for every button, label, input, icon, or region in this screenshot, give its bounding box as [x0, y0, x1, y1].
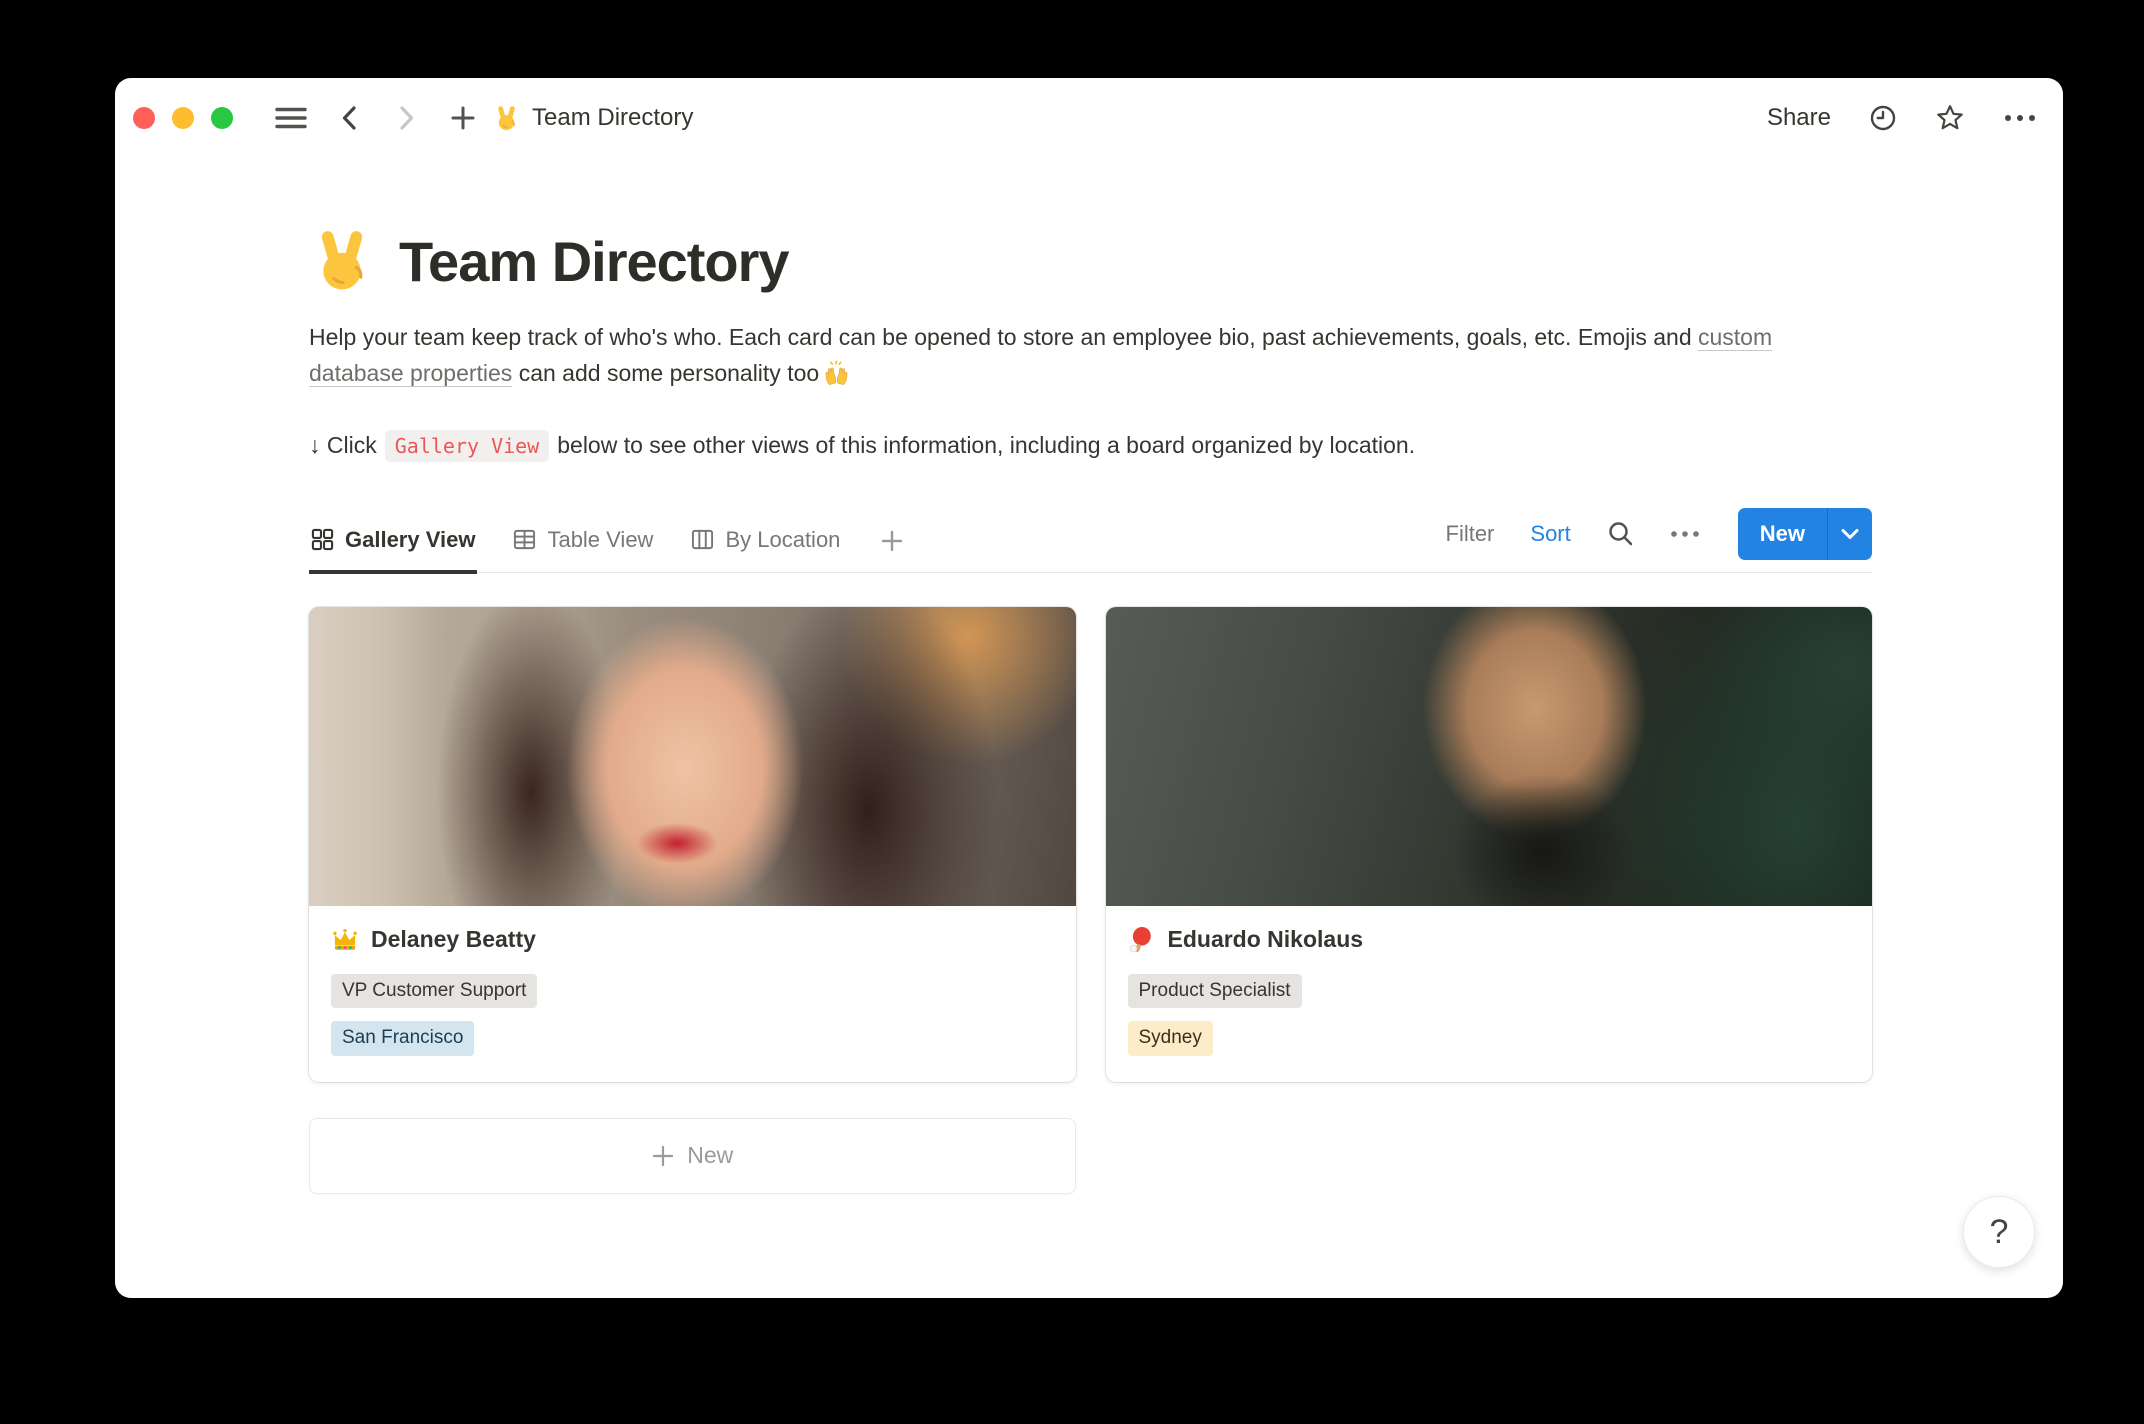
victory-hand-icon[interactable]	[309, 228, 375, 294]
history-clock-icon[interactable]	[1869, 104, 1897, 132]
more-options-icon[interactable]	[2003, 113, 2037, 123]
raising-hands-icon	[823, 359, 850, 386]
card-name-label: Delaney Beatty	[371, 926, 536, 953]
card-photo	[309, 607, 1076, 906]
gallery-footer: New	[309, 1118, 1872, 1194]
role-tag: Product Specialist	[1128, 974, 1302, 1009]
role-tag: VP Customer Support	[331, 974, 537, 1009]
view-more-options-icon[interactable]	[1670, 530, 1700, 538]
new-tab-icon[interactable]	[449, 104, 477, 132]
question-mark-icon: ?	[1990, 1213, 2009, 1252]
location-tag: San Francisco	[331, 1021, 474, 1056]
forward-icon[interactable]	[393, 104, 419, 132]
new-record-button[interactable]: New	[1738, 508, 1872, 560]
gallery-view-code-chip: Gallery View	[385, 430, 550, 462]
add-card-button[interactable]: New	[309, 1118, 1076, 1194]
filter-button[interactable]: Filter	[1446, 521, 1495, 547]
share-button[interactable]: Share	[1767, 104, 1831, 132]
add-view-icon[interactable]	[876, 519, 906, 574]
tip-line: ↓ Click Gallery View below to see other …	[309, 430, 1872, 462]
gallery-view: Delaney Beatty VP Customer Support San F…	[309, 607, 1872, 1082]
victory-hand-icon	[493, 105, 520, 132]
traffic-lights	[133, 107, 233, 129]
help-button[interactable]: ?	[1963, 1196, 2035, 1268]
close-window-button[interactable]	[133, 107, 155, 129]
tab-label: Gallery View	[345, 527, 475, 553]
card-info: Eduardo Nikolaus Product Specialist Sydn…	[1106, 906, 1873, 1082]
chevron-down-icon[interactable]	[1828, 508, 1872, 560]
tab-label: By Location	[725, 527, 840, 553]
plus-icon	[651, 1144, 675, 1168]
tab-table-view[interactable]: Table View	[511, 517, 655, 574]
titlebar: Team Directory Share	[115, 78, 2063, 144]
gallery-view-icon	[311, 528, 334, 551]
tip-text-after: below to see other views of this informa…	[557, 432, 1415, 459]
description-text: Help your team keep track of who's who. …	[309, 324, 1698, 350]
zoom-window-button[interactable]	[211, 107, 233, 129]
search-icon[interactable]	[1607, 520, 1634, 547]
ping-pong-icon	[1128, 926, 1156, 954]
description-text: can add some personality too	[512, 360, 819, 386]
card-delaney-beatty[interactable]: Delaney Beatty VP Customer Support San F…	[309, 607, 1076, 1082]
card-photo	[1106, 607, 1873, 906]
page-title-text: Team Directory	[399, 229, 789, 294]
notion-window: Team Directory Share	[115, 78, 2063, 1298]
location-tag: Sydney	[1128, 1021, 1213, 1056]
tab-gallery-view[interactable]: Gallery View	[309, 517, 477, 574]
page-description: Help your team keep track of who's who. …	[309, 320, 1839, 392]
add-card-label: New	[687, 1142, 733, 1169]
view-tabs-bar: Gallery View Table View By Location	[309, 508, 1872, 573]
card-info: Delaney Beatty VP Customer Support San F…	[309, 906, 1076, 1082]
minimize-window-button[interactable]	[172, 107, 194, 129]
board-view-icon	[691, 528, 714, 551]
back-icon[interactable]	[337, 104, 363, 132]
sort-button[interactable]: Sort	[1530, 521, 1570, 547]
crown-icon	[331, 926, 359, 954]
breadcrumb[interactable]: Team Directory	[493, 104, 693, 132]
table-view-icon	[513, 528, 536, 551]
desktop-background: Team Directory Share	[0, 0, 2144, 1424]
card-name-label: Eduardo Nikolaus	[1168, 926, 1364, 953]
tab-label: Table View	[547, 527, 653, 553]
doc-title-label: Team Directory	[532, 104, 693, 132]
page-content: Team Directory Help your team keep track…	[115, 144, 2063, 1298]
favorite-star-icon[interactable]	[1935, 103, 1965, 133]
card-eduardo-nikolaus[interactable]: Eduardo Nikolaus Product Specialist Sydn…	[1106, 607, 1873, 1082]
tip-text-before: ↓ Click	[309, 432, 377, 459]
menu-icon[interactable]	[275, 106, 307, 130]
tab-by-location[interactable]: By Location	[689, 517, 842, 574]
new-record-label[interactable]: New	[1738, 508, 1827, 560]
view-controls: Filter Sort New	[1446, 508, 1873, 572]
page-title: Team Directory	[309, 228, 1872, 294]
